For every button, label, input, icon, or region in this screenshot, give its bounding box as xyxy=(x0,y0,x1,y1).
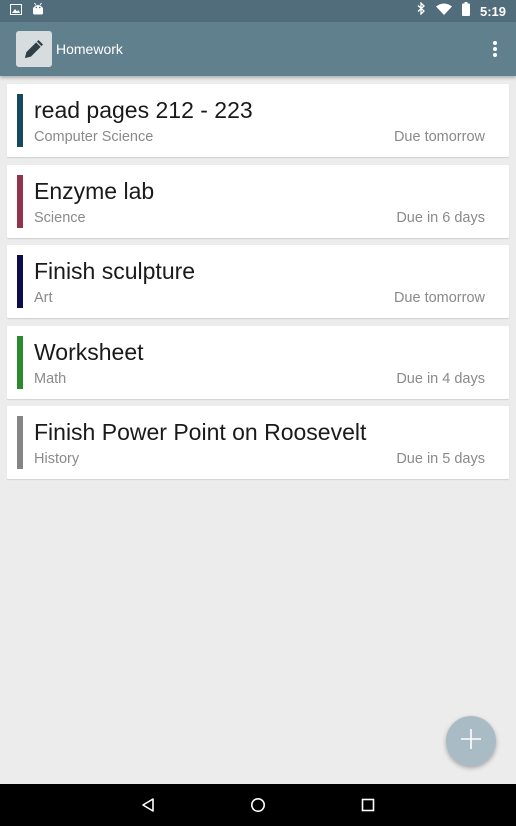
wifi-icon xyxy=(435,2,452,20)
assignment-title: Finish Power Point on Roosevelt xyxy=(34,419,367,445)
assignment-card[interactable]: Finish Power Point on Roosevelt History … xyxy=(7,406,509,479)
status-time: 5:19 xyxy=(479,3,506,19)
subject-color-bar xyxy=(17,174,23,228)
status-left xyxy=(10,2,44,20)
image-icon xyxy=(10,2,22,20)
assignment-title: read pages 212 - 223 xyxy=(34,97,253,123)
plus-icon xyxy=(460,728,482,755)
assignment-due: Due in 4 days xyxy=(396,370,485,387)
subject-color-bar xyxy=(17,416,23,469)
home-icon[interactable] xyxy=(248,795,268,815)
subject-color-bar xyxy=(17,94,23,147)
assignment-subject: Computer Science xyxy=(34,129,154,145)
screen: 5:19 Homework read pages 212 - 223 Compu… xyxy=(0,0,516,826)
back-icon[interactable] xyxy=(138,795,158,815)
assignment-due: Due tomorrow xyxy=(393,290,485,306)
assignment-card[interactable]: Finish sculpture Art Due tomorrow xyxy=(7,245,509,318)
pencil-icon xyxy=(16,31,52,67)
android-icon xyxy=(32,2,44,20)
recents-icon[interactable] xyxy=(358,795,378,815)
status-bar: 5:19 xyxy=(0,0,516,22)
subject-color-bar xyxy=(17,255,23,308)
add-assignment-button[interactable] xyxy=(446,716,496,766)
status-right: 5:19 xyxy=(417,1,506,21)
assignment-due: Due in 6 days xyxy=(396,209,485,226)
assignment-list: read pages 212 - 223 Computer Science Du… xyxy=(7,84,509,487)
app-title: Homework xyxy=(56,41,123,57)
assignment-subject: History xyxy=(34,451,80,467)
assignment-title: Worksheet xyxy=(34,338,144,365)
assignment-due: Due tomorrow xyxy=(393,129,485,145)
assignment-subject: Math xyxy=(34,370,67,387)
bluetooth-icon xyxy=(417,1,426,20)
assignment-card[interactable]: Enzyme lab Science Due in 6 days xyxy=(7,164,509,238)
assignment-title: Finish sculpture xyxy=(34,258,196,284)
assignment-title: Enzyme lab xyxy=(34,177,155,204)
assignment-subject: Art xyxy=(34,290,53,306)
subject-color-bar xyxy=(17,335,23,389)
assignment-due: Due in 5 days xyxy=(396,451,485,467)
assignment-subject: Science xyxy=(34,209,86,226)
assignment-card[interactable]: read pages 212 - 223 Computer Science Du… xyxy=(7,84,509,157)
navigation-bar xyxy=(0,784,516,826)
overflow-menu-icon[interactable] xyxy=(488,40,502,58)
app-bar: Homework xyxy=(0,22,516,76)
assignment-card[interactable]: Worksheet Math Due in 4 days xyxy=(7,325,509,399)
battery-icon xyxy=(461,1,470,21)
